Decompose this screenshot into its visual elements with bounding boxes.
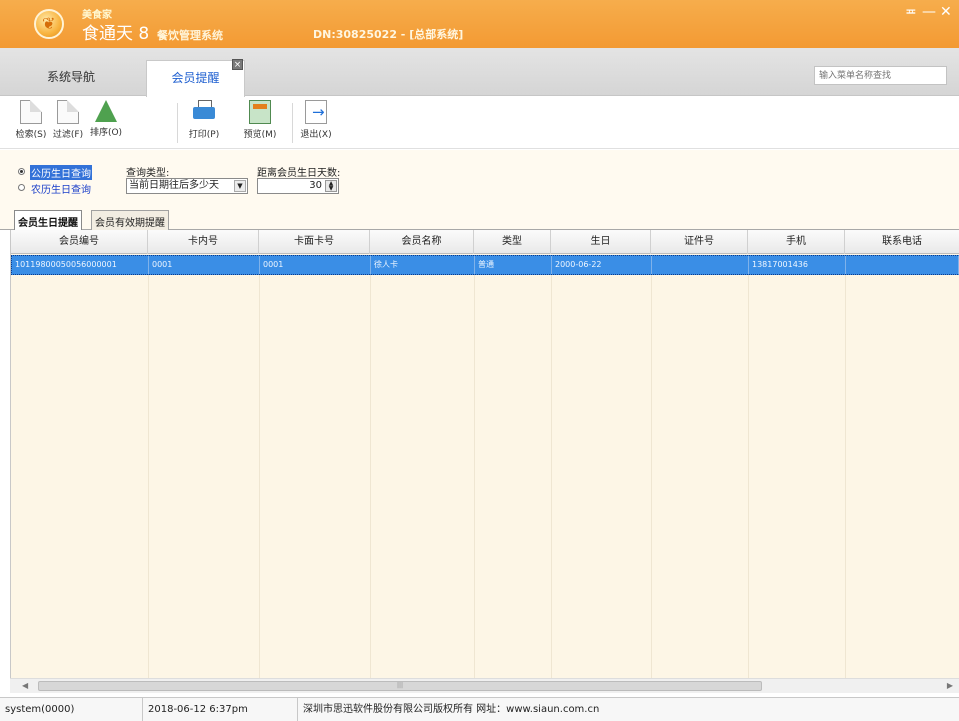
scrollbar-thumb[interactable]: |||: [38, 681, 762, 691]
exit-icon: [305, 100, 327, 124]
query-type-value: 当前日期往后多少天: [129, 180, 219, 191]
table-row[interactable]: 10119800050056000001 0001 0001 徐人卡 普通 20…: [11, 255, 959, 275]
cell-card-face-no: 0001: [260, 256, 371, 274]
grid-column-line: [748, 275, 749, 678]
toolbar: 检索(S) 过滤(F) 排序(O) 打印(P) 预览(M) 退出(X): [0, 97, 959, 149]
radio-lunar-label[interactable]: 农历生日查询: [31, 181, 91, 196]
cell-birthday: 2000-06-22: [552, 256, 652, 274]
cell-member-id: 10119800050056000001: [12, 256, 149, 274]
days-stepper[interactable]: 30 ▲ ▼: [257, 178, 339, 194]
col-card-face-no[interactable]: 卡面卡号: [259, 230, 370, 254]
filter-button-label: 过滤(F): [52, 130, 84, 140]
status-bar: system(0000) 2018-06-12 6:37pm 深圳市思迅软件股份…: [0, 697, 959, 721]
days-label: 距离会员生日天数:: [257, 168, 341, 179]
dn-info: DN:30825022 - [总部系统]: [313, 28, 464, 41]
radio-lunar[interactable]: [18, 184, 25, 191]
tab-expiry-reminder[interactable]: 会员有效期提醒: [91, 210, 169, 230]
tab-system-navigation[interactable]: 系统导航: [0, 60, 142, 96]
cell-phone: [846, 256, 959, 274]
preview-button[interactable]: 预览(M): [238, 100, 282, 140]
grid-column-line: [651, 275, 652, 678]
cell-id-number: [652, 256, 749, 274]
pin-icon[interactable]: ≖: [905, 4, 917, 20]
horizontal-scrollbar[interactable]: ◀ ||| ▶: [10, 678, 959, 693]
print-button[interactable]: 打印(P): [182, 100, 226, 140]
menu-search-input[interactable]: [814, 66, 947, 85]
col-card-inner-no[interactable]: 卡内号: [148, 230, 259, 254]
filter-doc-icon: [57, 100, 79, 124]
print-button-label: 打印(P): [188, 130, 220, 140]
scroll-right-icon[interactable]: ▶: [947, 681, 953, 690]
radio-gregorian[interactable]: [18, 168, 25, 175]
preview-icon: [249, 100, 271, 124]
days-value: 30: [309, 180, 322, 191]
preview-button-label: 预览(M): [243, 130, 277, 140]
cell-mobile: 13817001436: [749, 256, 846, 274]
col-birthday[interactable]: 生日: [551, 230, 651, 254]
minimize-button[interactable]: —: [922, 4, 936, 20]
status-datetime: 2018-06-12 6:37pm: [143, 698, 298, 721]
tab-member-reminder[interactable]: 会员提醒: [146, 60, 245, 97]
grid-column-line: [474, 275, 475, 678]
member-grid: 会员编号 卡内号 卡面卡号 会员名称 类型 生日 证件号 手机 联系电话 101…: [10, 230, 959, 678]
close-button[interactable]: ✕: [940, 4, 952, 20]
toolbar-divider: [292, 103, 293, 143]
sort-button-label: 排序(O): [89, 128, 123, 138]
query-type-select[interactable]: 当前日期往后多少天 ▼: [126, 178, 248, 194]
query-type-label: 查询类型:: [126, 168, 170, 179]
col-phone[interactable]: 联系电话: [845, 230, 959, 254]
col-member-name[interactable]: 会员名称: [370, 230, 474, 254]
exit-button-label: 退出(X): [300, 130, 332, 140]
grid-column-line: [845, 275, 846, 678]
sort-icon: [95, 100, 117, 122]
status-copyright: 深圳市思迅软件股份有限公司版权所有 网址：www.siaun.com.cn: [303, 704, 600, 715]
close-tab-icon[interactable]: ×: [232, 59, 243, 70]
grid-column-line: [148, 275, 149, 678]
sort-button[interactable]: 排序(O): [84, 100, 128, 138]
app-logo-icon: [34, 9, 64, 39]
spin-arrows-icon[interactable]: ▲ ▼: [325, 180, 337, 192]
tab-birthday-reminder[interactable]: 会员生日提醒: [14, 210, 82, 230]
grid-column-line: [551, 275, 552, 678]
col-type[interactable]: 类型: [474, 230, 551, 254]
cell-type: 普通: [475, 256, 552, 274]
scroll-left-icon[interactable]: ◀: [22, 681, 28, 690]
chevron-down-icon[interactable]: ▼: [234, 180, 246, 192]
col-member-id[interactable]: 会员编号: [11, 230, 148, 254]
title-bar: 美食家 食通天 8 餐饮管理系统 DN:30825022 - [总部系统] ≖ …: [0, 0, 959, 48]
grid-column-line: [259, 275, 260, 678]
grid-header: 会员编号 卡内号 卡面卡号 会员名称 类型 生日 证件号 手机 联系电话: [11, 230, 959, 254]
toolbar-divider: [177, 103, 178, 143]
cell-member-name: 徐人卡: [371, 256, 475, 274]
search-doc-icon: [20, 100, 42, 124]
col-mobile[interactable]: 手机: [748, 230, 845, 254]
grid-column-line: [370, 275, 371, 678]
col-id-number[interactable]: 证件号: [651, 230, 748, 254]
brand-title: 食通天 8: [82, 24, 150, 44]
cell-card-inner-no: 0001: [149, 256, 260, 274]
status-user: system(0000): [0, 698, 143, 721]
printer-icon: [193, 100, 215, 124]
radio-gregorian-label[interactable]: 公历生日查询: [30, 165, 92, 180]
sub-tab-bar: 会员生日提醒 会员有效期提醒: [0, 206, 959, 230]
brand-subtitle: 餐饮管理系统: [157, 29, 223, 42]
exit-button[interactable]: 退出(X): [294, 100, 338, 140]
search-button-label: 检索(S): [15, 130, 47, 140]
